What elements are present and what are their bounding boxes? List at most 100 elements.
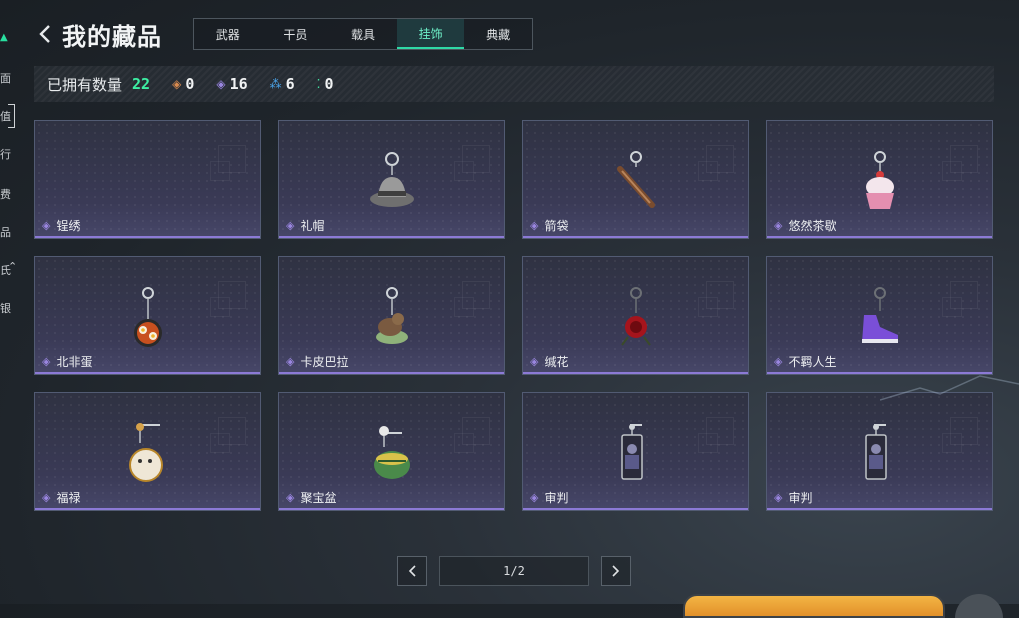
card-name-text: 箭袋 [544,219,569,233]
rarity-count-blue: ⁂ 6 [270,75,295,93]
judgement-card-icon [620,424,643,480]
round-action-button[interactable] [955,594,1003,618]
card-name: ◈ 礼帽 [286,217,324,234]
chevron-left-icon [408,565,416,577]
chevron-left-icon [39,25,50,43]
treasure-bowl-icon [373,426,410,479]
purple-gem-icon: ◈ [530,491,539,504]
rarity-count-value: 0 [185,75,195,93]
purple-gem-icon: ◈ [42,219,51,232]
sneaker-icon [861,287,898,343]
purple-gem-icon: ◈ [286,219,295,232]
card-name: ◈ 北非蛋 [42,353,92,370]
purple-gem-icon: ◈ [530,355,539,368]
collection-card[interactable]: ◈ 悠然茶歇 [766,120,993,239]
card-decoration [698,297,718,317]
category-tabs: 武器 干员 载具 挂饰 典藏 [193,18,533,50]
purple-gem-icon: ◈ [286,491,295,504]
collection-card[interactable]: ◈ 不羁人生 [766,256,993,375]
card-decoration [454,297,474,317]
card-name-text: 审判 [544,491,569,505]
collection-card[interactable]: ◈ 缄花 [522,256,749,375]
capybara-icon [375,287,408,344]
prev-page-button[interactable] [397,556,427,586]
card-name: ◈ 聚宝盆 [286,489,336,506]
collection-card[interactable]: ◈ 聚宝盆 [278,392,505,511]
tab-charms[interactable]: 挂饰 [396,19,465,49]
rose-icon [620,287,651,346]
card-decoration [698,161,718,181]
card-name-text: 卡皮巴拉 [300,355,349,369]
shakshuka-icon [133,287,162,347]
blue-gem-icon: ⁂ [269,77,282,91]
rarity-count-value: 6 [285,75,295,93]
card-name: ◈ 箭袋 [530,217,568,234]
tab-collection[interactable]: 典藏 [464,19,532,49]
purple-gem-icon: ◈ [774,355,783,368]
back-button[interactable] [36,20,54,48]
card-name: ◈ 卡皮巴拉 [286,353,348,370]
card-decoration [210,433,230,453]
purple-gem-icon: ◈ [774,491,783,504]
card-decoration [698,433,718,453]
tab-weapons[interactable]: 武器 [194,19,262,49]
purple-gem-icon: ◈ [774,219,783,232]
page-header: 我的藏品 [36,16,162,52]
rarity-count-value: 16 [229,75,248,93]
card-decoration [210,161,230,181]
rail-item-4[interactable]: 费 [0,186,14,202]
card-decoration [942,297,962,317]
collection-card[interactable]: ◈ 卡皮巴拉 [278,256,505,375]
green-gem-icon: ⁚ [316,77,321,91]
rail-scroll-up-icon[interactable]: ⌃ [8,260,22,273]
card-name-text: 礼帽 [300,219,325,233]
purple-gem-icon: ◈ [286,355,295,368]
card-decoration [210,297,230,317]
collection-card[interactable]: ◈ 审判 [766,392,993,511]
card-name: ◈ 悠然茶歇 [774,217,836,234]
card-name: ◈ 缄花 [530,353,568,370]
tab-vehicles[interactable]: 载具 [329,19,397,49]
collection-card[interactable]: ◈ 福禄 [34,392,261,511]
rarity-count-orange: ◈ 0 [172,75,194,93]
orange-gem-icon: ◈ [172,77,182,91]
card-name-text: 不羁人生 [788,355,837,369]
pagination: 1/2 [397,556,632,586]
collection-card[interactable]: ◈ 箭袋 [522,120,749,239]
tab-operators[interactable]: 干员 [262,19,330,49]
card-decoration [454,161,474,181]
primary-action-button[interactable] [683,594,945,618]
card-name: ◈ 不羁人生 [774,353,836,370]
card-name-text: 福禄 [56,491,81,505]
card-name-text: 北非蛋 [56,355,93,369]
rail-item-3[interactable]: 行 [0,146,14,162]
rail-item-7[interactable]: 银 [0,300,14,316]
card-name-text: 聚宝盆 [300,491,337,505]
next-page-button[interactable] [601,556,632,586]
card-name-text: 审判 [788,491,813,505]
chevron-right-icon [612,565,620,577]
purple-gem-icon: ◈ [42,355,51,368]
rail-selected-bracket [8,104,15,128]
judgement-card-icon [864,424,887,480]
page-title: 我的藏品 [62,22,162,51]
rail-item-1[interactable]: 面 [0,70,14,86]
page-indicator: 1/2 [438,556,590,586]
collection-card[interactable]: ◈ 审判 [522,392,749,511]
rarity-count-green: ⁚ 0 [317,75,334,93]
collection-grid: ◈ 锃绣 ◈ 礼帽 ◈ 箭袋 ◈ 悠然茶歇 ◈ 北非蛋 ◈ 卡皮巴拉 ◈ 缄花 … [34,120,994,511]
owned-count-total: 22 [132,75,151,93]
rail-item-5[interactable]: 品 [0,224,14,240]
collection-card[interactable]: ◈ 礼帽 [278,120,505,239]
collection-card[interactable]: ◈ 北非蛋 [34,256,261,375]
collection-card[interactable]: ◈ 锃绣 [34,120,261,239]
rarity-count-value: 0 [324,75,334,93]
purple-gem-icon: ◈ [216,77,226,91]
card-name-text: 缄花 [544,355,569,369]
card-name: ◈ 锃绣 [42,217,80,234]
card-decoration [942,161,962,181]
card-name-text: 锃绣 [56,219,81,233]
card-name: ◈ 审判 [530,489,568,506]
card-name: ◈ 审判 [774,489,812,506]
card-decoration [942,433,962,453]
